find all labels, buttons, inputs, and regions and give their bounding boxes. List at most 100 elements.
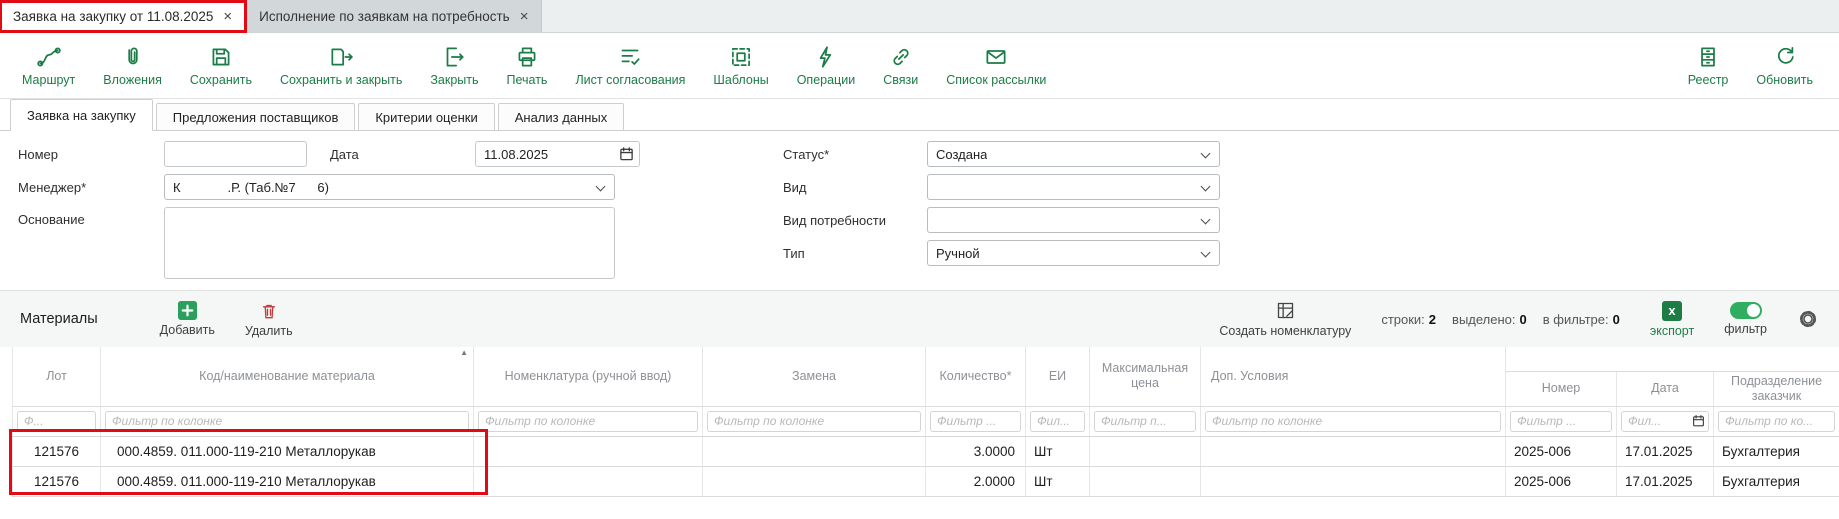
tab-request[interactable]: Заявка на закупку [10, 99, 153, 131]
refresh-icon [1772, 44, 1798, 70]
window-tab-label: Заявка на закупку от 11.08.2025 [13, 9, 213, 24]
table-row[interactable]: 121576 000.4859. 011.000-119-210 Металло… [13, 436, 1839, 466]
delete-row-button[interactable]: Удалить [245, 301, 293, 338]
print-icon [514, 44, 540, 70]
filter-department-input[interactable] [1718, 411, 1835, 432]
filter-max-price-input[interactable] [1094, 411, 1196, 432]
need-kind-select[interactable] [927, 207, 1220, 233]
cell-lot[interactable]: 121576 [13, 466, 101, 496]
filter-unit-input[interactable] [1030, 411, 1085, 432]
mailing-list-button[interactable]: Список рассылки [932, 44, 1060, 87]
filtered-counter: в фильтре:0 [1543, 312, 1620, 327]
tab-evaluation-criteria[interactable]: Критерии оценки [358, 103, 494, 131]
date-input[interactable] [475, 141, 640, 167]
manager-select[interactable]: К .Р. (Таб.№7 6) [164, 174, 615, 200]
sort-asc-icon: ▲ [460, 348, 468, 358]
delete-label: Удалить [245, 324, 293, 338]
filter-replacement-input[interactable] [707, 411, 921, 432]
column-header-replacement[interactable]: Замена [703, 347, 926, 406]
column-header-max-price[interactable]: Максимальная цена [1090, 347, 1201, 406]
rows-counter: строки:2 [1381, 312, 1436, 327]
table-row[interactable]: 121576 000.4859. 011.000-119-210 Металло… [13, 466, 1839, 496]
main-toolbar: Маршрут Вложения Сохранить Сохранить и з… [0, 33, 1839, 99]
cell-nomenclature[interactable] [474, 436, 703, 466]
calendar-icon[interactable] [619, 146, 634, 161]
cell-unit[interactable]: Шт [1026, 436, 1090, 466]
number-input[interactable] [164, 141, 307, 167]
cell-conditions[interactable] [1201, 466, 1506, 496]
filter-number-input[interactable] [1510, 411, 1612, 432]
column-header-unit[interactable]: ЕИ [1026, 347, 1090, 406]
column-header-date[interactable]: Дата [1617, 371, 1714, 406]
cell-max-price[interactable] [1090, 466, 1201, 496]
operations-button[interactable]: Операции [783, 44, 869, 87]
column-header-conditions[interactable]: Доп. Условия [1201, 347, 1506, 406]
column-header-number[interactable]: Номер [1506, 371, 1617, 406]
print-button[interactable]: Печать [493, 44, 562, 87]
filter-toggle[interactable] [1730, 302, 1762, 319]
status-label: Статус* [783, 147, 927, 162]
filter-conditions-input[interactable] [1205, 411, 1501, 432]
attachments-button[interactable]: Вложения [89, 44, 176, 87]
column-header-code[interactable]: Код/наименование материала ▲ [101, 347, 474, 406]
window-tab-execution[interactable]: Исполнение по заявкам на потребность × [246, 0, 542, 32]
filter-code-input[interactable] [105, 411, 469, 432]
cell-department[interactable]: Бухгалтерия [1714, 436, 1839, 466]
window-tab-request[interactable]: Заявка на закупку от 11.08.2025 × [0, 0, 246, 32]
tab-data-analysis[interactable]: Анализ данных [498, 103, 625, 131]
approval-sheet-icon [617, 44, 643, 70]
cell-unit[interactable]: Шт [1026, 466, 1090, 496]
route-button[interactable]: Маршрут [8, 44, 89, 87]
cell-number[interactable]: 2025-006 [1506, 436, 1617, 466]
excel-icon: x [1662, 301, 1682, 321]
selected-counter: выделено:0 [1452, 312, 1527, 327]
cell-quantity[interactable]: 2.0000 [926, 466, 1026, 496]
cell-max-price[interactable] [1090, 436, 1201, 466]
cell-code[interactable]: 000.4859. 011.000-119-210 Металлорукав [101, 436, 474, 466]
column-header-lot[interactable]: Лот [13, 347, 101, 406]
basis-textarea[interactable] [164, 207, 615, 279]
column-header-quantity[interactable]: Количество* [926, 347, 1026, 406]
filter-quantity-input[interactable] [930, 411, 1021, 432]
cell-lot[interactable]: 121576 [13, 436, 101, 466]
close-button[interactable]: Закрыть [416, 44, 492, 87]
create-nomenclature-button[interactable]: Создать номенклатуру [1219, 300, 1351, 338]
export-excel-button[interactable]: x экспорт [1650, 301, 1694, 338]
cell-conditions[interactable] [1201, 436, 1506, 466]
type-value: Ручной [936, 246, 980, 261]
links-button[interactable]: Связи [869, 44, 932, 87]
add-row-button[interactable]: Добавить [160, 301, 215, 337]
filter-nomenclature-input[interactable] [478, 411, 698, 432]
kind-select[interactable] [927, 174, 1220, 200]
materials-right-group: Создать номенклатуру строки:2 выделено:0… [1219, 300, 1819, 338]
templates-button[interactable]: Шаблоны [699, 44, 782, 87]
filter-lot-input[interactable] [17, 411, 96, 432]
manager-value: К .Р. (Таб.№7 6) [173, 180, 329, 195]
cell-number[interactable]: 2025-006 [1506, 466, 1617, 496]
cell-nomenclature[interactable] [474, 466, 703, 496]
save-button[interactable]: Сохранить [176, 44, 266, 87]
need-kind-label: Вид потребности [783, 213, 927, 228]
cell-department[interactable]: Бухгалтерия [1714, 466, 1839, 496]
templates-icon [728, 44, 754, 70]
status-select[interactable]: Создана [927, 141, 1220, 167]
cell-code[interactable]: 000.4859. 011.000-119-210 Металлорукав [101, 466, 474, 496]
approval-sheet-button[interactable]: Лист согласования [561, 44, 699, 87]
cell-replacement[interactable] [703, 436, 926, 466]
calendar-icon[interactable] [1692, 414, 1705, 427]
cell-date[interactable]: 17.01.2025 [1617, 436, 1714, 466]
tab-close-icon[interactable]: × [223, 9, 232, 24]
save-and-close-button[interactable]: Сохранить и закрыть [266, 44, 416, 87]
toolbar-label: Обновить [1756, 73, 1813, 87]
refresh-button[interactable]: Обновить [1742, 44, 1827, 87]
tab-close-icon[interactable]: × [520, 9, 529, 24]
gear-icon[interactable] [1797, 308, 1819, 330]
type-select[interactable]: Ручной [927, 240, 1220, 266]
cell-date[interactable]: 17.01.2025 [1617, 466, 1714, 496]
tab-supplier-offers[interactable]: Предложения поставщиков [156, 103, 356, 131]
cell-replacement[interactable] [703, 466, 926, 496]
registry-button[interactable]: Реестр [1674, 44, 1743, 87]
column-header-nomenclature[interactable]: Номенклатура (ручной ввод) [474, 347, 703, 406]
cell-quantity[interactable]: 3.0000 [926, 436, 1026, 466]
column-header-department[interactable]: Подразделение заказчик [1714, 371, 1839, 406]
